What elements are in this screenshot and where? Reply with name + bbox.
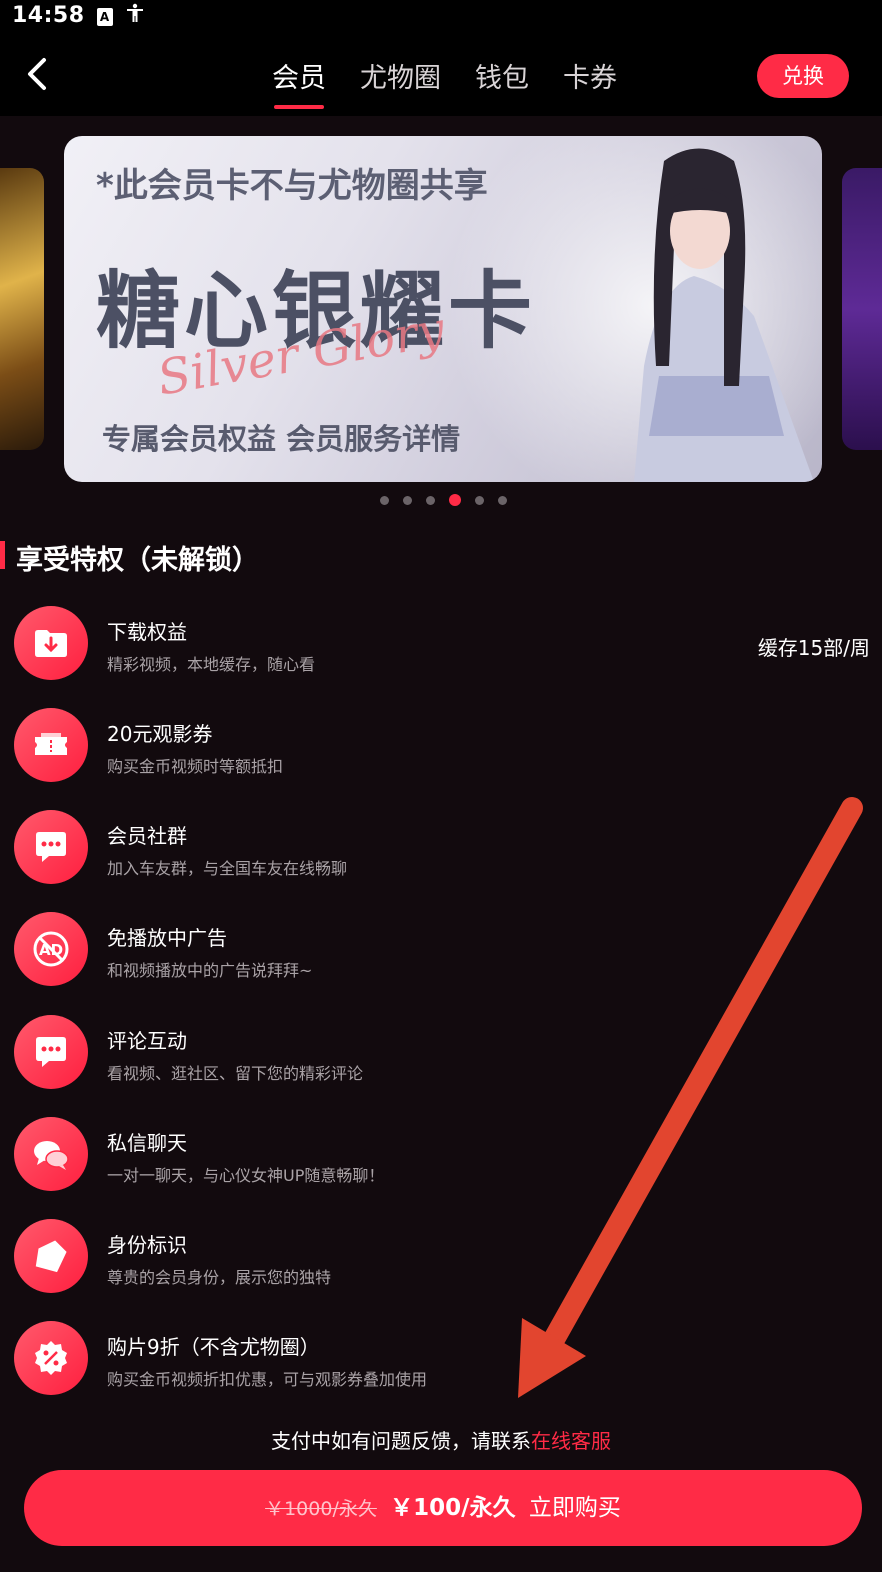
- privilege-item: 私信聊天 一对一聊天，与心仪女神UP随意畅聊！: [0, 1117, 882, 1207]
- privilege-item: 20元观影券 购买金币视频时等额抵扣: [0, 708, 882, 798]
- buy-now-button[interactable]: ￥1000/永久 ￥100/永久 立即购买: [24, 1470, 862, 1546]
- privilege-title: 评论互动: [107, 1029, 187, 1053]
- privilege-subtitle: 一对一聊天，与心仪女神UP随意畅聊！: [107, 1166, 385, 1185]
- privilege-title: 20元观影券: [107, 722, 213, 746]
- privilege-subtitle: 尊贵的会员身份，展示您的独特: [107, 1268, 332, 1287]
- original-price: ￥1000/永久: [265, 1498, 377, 1520]
- privilege-item: AD 免播放中广告 和视频播放中的广告说拜拜~: [0, 912, 882, 1002]
- carousel-dot-active[interactable]: [449, 494, 461, 506]
- carousel-prev-card[interactable]: [0, 168, 44, 450]
- top-header: 会员 尤物圈 钱包 卡券 兑换: [0, 30, 882, 116]
- support-text: 支付中如有问题反馈，请联系: [271, 1429, 531, 1453]
- privilege-item: 评论互动 看视频、逛社区、留下您的精彩评论: [0, 1015, 882, 1105]
- comment-icon: [14, 1015, 88, 1089]
- tab-wallet[interactable]: 钱包: [475, 56, 529, 109]
- privilege-title: 下载权益: [107, 620, 187, 644]
- carousel-dot[interactable]: [475, 495, 484, 505]
- privilege-item: 身份标识 尊贵的会员身份，展示您的独特: [0, 1219, 882, 1309]
- privilege-quota: 缓存15部/周: [757, 636, 870, 660]
- tab-coupons[interactable]: 卡券: [563, 56, 617, 109]
- section-accent-bar: [0, 541, 5, 569]
- no-ads-icon: AD: [14, 912, 88, 986]
- privilege-title: 会员社群: [107, 824, 187, 848]
- carousel-indicator: [380, 494, 521, 506]
- redeem-button[interactable]: 兑换: [757, 54, 849, 98]
- privilege-subtitle: 精彩视频，本地缓存，随心看: [107, 655, 316, 674]
- carousel-dot[interactable]: [498, 495, 507, 505]
- privilege-subtitle: 购买金币视频折扣优惠，可与观影券叠加使用: [107, 1370, 428, 1389]
- buy-label: 立即购买: [528, 1495, 621, 1521]
- text-a-icon: A: [96, 5, 113, 26]
- accessibility-icon: [125, 3, 145, 28]
- carousel-dot[interactable]: [380, 495, 389, 505]
- ticket-icon: [14, 708, 88, 782]
- carousel-next-card[interactable]: [842, 168, 882, 450]
- privilege-item: 购片9折（不含尤物圈） 购买金币视频折扣优惠，可与观影券叠加使用: [0, 1321, 882, 1411]
- privilege-title: 身份标识: [107, 1233, 187, 1257]
- privilege-subtitle: 和视频播放中的广告说拜拜~: [107, 961, 313, 980]
- privilege-item: 会员社群 加入车友群，与全国车友在线畅聊: [0, 810, 882, 900]
- membership-page: 14:58 A 会员 尤物圈 钱包 卡券 兑换 *此会员卡不与尤物圈共享 糖心银…: [0, 0, 882, 1572]
- privilege-subtitle: 购买金币视频时等额抵扣: [107, 757, 284, 776]
- banner-footer: 专属会员权益 会员服务详情: [102, 422, 461, 456]
- support-line: 支付中如有问题反馈，请联系在线客服: [0, 1425, 882, 1454]
- back-button[interactable]: [20, 54, 56, 94]
- status-bar: 14:58 A: [0, 0, 882, 30]
- tab-youwu-circle[interactable]: 尤物圈: [360, 56, 441, 109]
- privilege-title: 购片9折（不含尤物圈）: [107, 1335, 320, 1359]
- identity-badge-icon: [14, 1219, 88, 1293]
- privilege-subtitle: 看视频、逛社区、留下您的精彩评论: [107, 1064, 364, 1083]
- carousel-dot[interactable]: [403, 495, 412, 505]
- carousel-dot[interactable]: [426, 495, 435, 505]
- section-title: 享受特权（未解锁）: [16, 545, 259, 576]
- status-time: 14:58: [12, 2, 85, 28]
- back-arrow-icon: [28, 58, 46, 90]
- sale-price: ￥100/永久: [390, 1495, 516, 1521]
- privilege-title: 免播放中广告: [107, 926, 227, 950]
- tab-bar: 会员 尤物圈 钱包 卡券: [272, 56, 651, 109]
- privilege-subtitle: 加入车友群，与全国车友在线畅聊: [107, 859, 348, 878]
- privilege-item: 下载权益 精彩视频，本地缓存，随心看 缓存15部/周: [0, 606, 882, 696]
- download-folder-icon: [14, 606, 88, 680]
- privilege-title: 私信聊天: [107, 1131, 187, 1155]
- model-photo: [634, 148, 814, 482]
- membership-card-banner[interactable]: *此会员卡不与尤物圈共享 糖心银耀卡 Silver Glory 专属会员权益 会…: [64, 136, 822, 482]
- tab-membership[interactable]: 会员: [272, 56, 326, 109]
- chat-bubble-icon: [14, 810, 88, 884]
- banner-note: *此会员卡不与尤物圈共享: [96, 166, 488, 206]
- discount-icon: [14, 1321, 88, 1395]
- private-message-icon: [14, 1117, 88, 1191]
- online-support-link[interactable]: 在线客服: [531, 1429, 611, 1453]
